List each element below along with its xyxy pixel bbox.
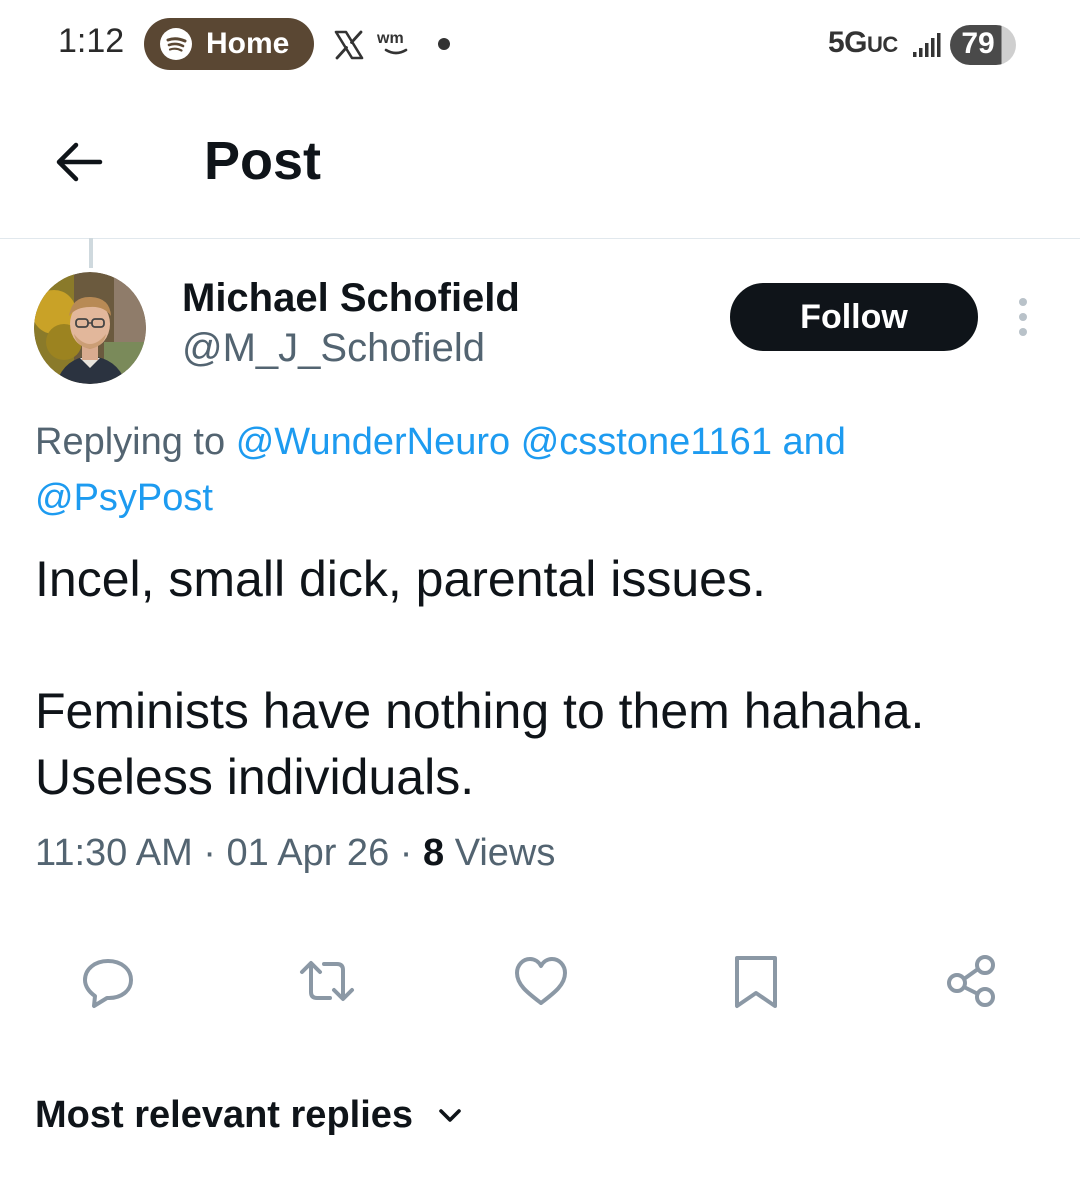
replying-to: Replying to @WunderNeuro @csstone1161 an… [35,414,1045,526]
svg-text:wm: wm [376,30,404,47]
share-icon [947,955,995,1007]
status-bar: 1:12 Home wm 5GUC 79 [0,0,1080,90]
status-time: 1:12 [58,22,125,60]
more-vertical-icon [1019,298,1027,336]
network-suffix: UC [867,32,898,57]
author-display-name[interactable]: Michael Schofield [182,276,520,321]
follow-button[interactable]: Follow [730,283,978,351]
replies-sort-label: Most relevant replies [35,1094,414,1136]
post-action-bar [0,950,1080,1020]
network-indicator: 5GUC [828,26,898,60]
post-time: 11:30 AM [35,832,193,874]
mention-link[interactable]: @csstone1161 [521,421,772,463]
meta-separator: · [399,832,413,874]
signal-icon [912,30,942,60]
network-type: 5G [828,26,868,59]
post-paragraph: Incel, small dick, parental issues. [35,551,766,607]
author-handle[interactable]: @M_J_Schofield [182,326,485,371]
avatar-photo [34,272,146,384]
repost-icon [300,961,354,1001]
like-button[interactable] [510,950,572,1012]
more-options-button[interactable] [1008,296,1038,338]
mention-link[interactable]: @PsyPost [35,477,213,519]
post-metadata: 11:30 AM · 01 Apr 26 · 8 Views [35,832,555,875]
media-pill[interactable]: Home [144,18,314,70]
post-paragraph: Useless individuals. [35,749,475,805]
views-count[interactable]: 8 [423,832,444,874]
mention-joiner[interactable]: and [783,421,846,463]
share-button[interactable] [940,950,1002,1012]
bookmark-button[interactable] [725,950,787,1012]
reply-button[interactable] [77,950,139,1012]
wm-icon: wm [376,28,416,58]
back-button[interactable] [48,130,112,194]
replies-sort-dropdown[interactable]: Most relevant replies [35,1094,465,1137]
post-paragraph: Feminists have nothing to them hahaha. [35,683,925,739]
mention-link[interactable]: @WunderNeuro [236,421,510,463]
arrow-left-icon [56,142,103,182]
repost-button[interactable] [296,950,358,1012]
page-title: Post [204,131,322,191]
like-icon [515,957,567,1005]
thread-connector [89,238,93,268]
views-label[interactable]: Views [455,832,556,874]
post-date: 01 Apr 26 [226,832,390,874]
top-app-bar: Post [0,90,1080,239]
media-pill-label: Home [206,27,290,60]
meta-separator: · [203,832,216,874]
x-icon [333,30,365,60]
bookmark-icon [735,956,777,1008]
replying-prefix: Replying to [35,421,226,463]
dot-icon [438,38,450,50]
post-text: Incel, small dick, parental issues. Femi… [35,546,1045,810]
reply-icon [83,959,133,1008]
battery-level: 79 [961,27,995,60]
chevron-down-icon [439,1108,461,1122]
battery-icon: 79 [950,25,1016,65]
avatar[interactable] [34,272,146,384]
spotify-icon [160,28,192,60]
